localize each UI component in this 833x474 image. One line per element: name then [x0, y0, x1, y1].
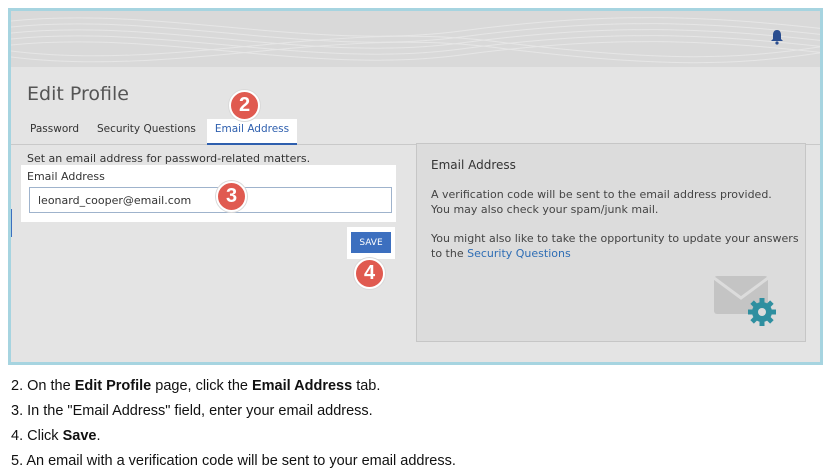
instruction-step-3: 3. In the "Email Address" field, enter y… [11, 400, 456, 425]
step-badge-3: 3 [216, 181, 247, 212]
step-number: 2. [11, 378, 24, 394]
screenshot-frame: Edit Profile Password Security Questions… [8, 8, 823, 365]
step-text: Click [27, 428, 63, 444]
step-badge-2: 2 [229, 90, 260, 121]
step-text: In the "Email Address" field, enter your… [27, 403, 373, 419]
instruction-step-5: 5. An email with a verification code wil… [11, 450, 456, 474]
edit-profile-page: Edit Profile Password Security Questions… [11, 67, 820, 362]
step-bold-edit-profile: Edit Profile [74, 378, 152, 394]
info-paragraph-verification: A verification code will be sent to the … [431, 188, 772, 216]
step-badge-4: 4 [354, 258, 385, 289]
bell-icon[interactable] [770, 29, 784, 45]
save-button-highlight: SAVE [347, 227, 395, 259]
step-text: On the [27, 378, 75, 394]
step-bold-email-address: Email Address [251, 378, 353, 394]
info-panel-title: Email Address [431, 158, 516, 172]
instruction-list: 2. On the Edit Profile page, click the E… [11, 375, 456, 474]
tab-email-address[interactable]: Email Address [207, 119, 297, 145]
tab-security-questions[interactable]: Security Questions [93, 119, 200, 145]
info-paragraph-security: You might also like to take the opportun… [431, 231, 801, 261]
step-text: . [96, 428, 101, 444]
instruction-step-4: 4. Click Save. [11, 425, 456, 450]
header-wave-pattern [11, 17, 820, 64]
step-text: page, click the [151, 378, 252, 394]
step-number: 5. [11, 453, 24, 469]
security-questions-link[interactable]: Security Questions [467, 247, 571, 260]
email-field[interactable] [29, 187, 392, 213]
profile-tabs: Password Security Questions Email Addres… [11, 119, 820, 145]
mail-gear-icon [713, 276, 776, 326]
step-number: 3. [11, 403, 24, 419]
step-text: tab. [352, 378, 381, 394]
save-button[interactable]: SAVE [351, 232, 391, 253]
email-info-panel: Email Address A verification code will b… [416, 143, 806, 342]
tab-password[interactable]: Password [26, 119, 83, 145]
step-bold-save: Save [62, 428, 97, 444]
email-form-highlight: Email Address [21, 165, 396, 222]
step-text: An email with a verification code will b… [26, 453, 456, 469]
top-bar [11, 11, 820, 67]
email-field-label: Email Address [27, 170, 105, 183]
left-accent-bar [11, 209, 12, 237]
page-title: Edit Profile [27, 83, 129, 105]
instruction-step-2: 2. On the Edit Profile page, click the E… [11, 375, 456, 400]
step-number: 4. [11, 428, 24, 444]
intro-text: Set an email address for password-relate… [27, 152, 311, 165]
